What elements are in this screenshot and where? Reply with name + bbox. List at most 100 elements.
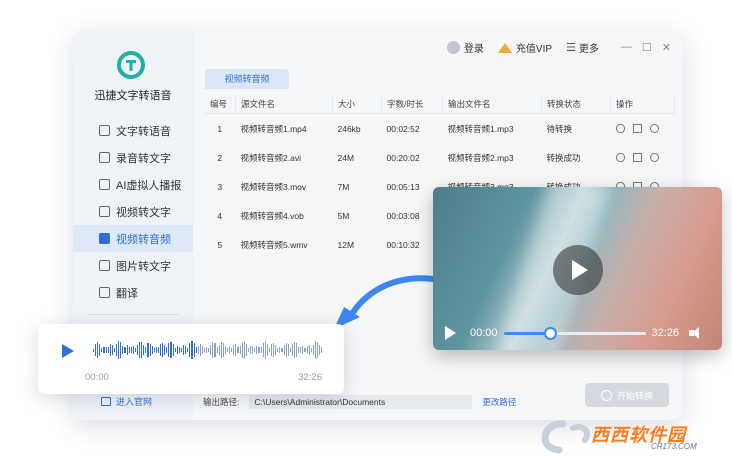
tab-video-to-audio[interactable]: 视频转音频 — [205, 69, 289, 89]
table-row[interactable]: 1 视频转音频1.mp4 246kb 00:02:52 视频转音频1.mp3 待… — [205, 114, 675, 144]
crown-icon — [497, 42, 512, 53]
folder-icon[interactable] — [632, 153, 642, 162]
sidebar-item-text-to-speech[interactable]: 文字转语音 — [73, 117, 193, 144]
waveform-bar — [300, 347, 302, 353]
waveform-bar — [243, 341, 245, 359]
audio-waveform[interactable] — [93, 340, 323, 360]
play-icon[interactable] — [62, 344, 74, 358]
waveform-bar — [151, 346, 153, 354]
waveform-bar — [302, 346, 304, 354]
waveform-bar — [220, 342, 222, 358]
sidebar-item-video-to-text[interactable]: 视频转文字 — [73, 198, 193, 225]
waveform-bar — [245, 344, 247, 356]
close-icon[interactable]: ✕ — [662, 41, 671, 54]
play-icon[interactable] — [553, 245, 603, 295]
play-circle-icon — [600, 389, 612, 401]
waveform-bar — [157, 347, 159, 353]
menu-icon: ☰ — [566, 42, 576, 54]
output-path-field[interactable]: C:\Users\Administrator\Documents — [249, 395, 473, 409]
waveform-bar — [317, 341, 319, 359]
waveform-bar — [93, 348, 95, 352]
vip-button[interactable]: 充值VIP — [497, 40, 552, 55]
eye-icon[interactable] — [615, 124, 625, 133]
watermark-logo-icon — [541, 420, 591, 454]
waveform-bar — [270, 344, 273, 356]
window-controls: — ☐ ✕ — [621, 41, 671, 54]
sidebar-item-ai-avatar[interactable]: AI虚拟人播报 — [73, 171, 193, 198]
waveform-bar — [277, 348, 279, 352]
waveform-bar — [199, 344, 201, 356]
volume-icon[interactable] — [689, 327, 703, 339]
waveform-bar — [254, 348, 256, 352]
login-button[interactable]: 登录 — [446, 40, 484, 55]
source-file: 视频转音频1.mp4 — [240, 123, 307, 134]
waveform-bar — [195, 347, 197, 353]
video-progress-bar[interactable] — [503, 326, 646, 340]
waveform-bar — [287, 344, 289, 356]
waveform-bar — [105, 347, 107, 353]
video-player[interactable]: 00:00 32:26 — [433, 187, 722, 350]
source-file: 视频转音频3.mov — [240, 181, 307, 192]
waveform-bar — [187, 347, 189, 353]
play-button-icon[interactable] — [445, 326, 456, 340]
column-header: 编号 — [205, 95, 236, 114]
output-file: 视频转音频1.mp3 — [447, 123, 514, 134]
column-header: 输出文件名 — [442, 95, 542, 114]
waveform-bar — [113, 348, 116, 352]
table-row[interactable]: 2 视频转音频2.avi 24M 00:20:02 视频转音频2.mp3 转换成… — [205, 143, 675, 172]
delete-icon[interactable] — [649, 153, 659, 162]
waveform-bar — [130, 347, 132, 353]
more-button[interactable]: ☰ 更多 — [566, 40, 599, 55]
waveform-bar — [139, 341, 141, 359]
minimize-icon[interactable]: — — [621, 41, 632, 54]
waveform-bar — [262, 342, 264, 358]
website-label: 进入官网 — [116, 397, 153, 407]
waveform-bar — [149, 343, 151, 357]
waveform-bar — [180, 347, 183, 353]
waveform-bar — [233, 344, 235, 356]
waveform-bar — [201, 345, 203, 355]
waveform-bar — [294, 341, 296, 359]
source-file: 视频转音频5.wmv — [240, 239, 308, 250]
translate-icon — [99, 287, 110, 298]
waveform-bar — [224, 346, 226, 354]
change-path-link[interactable]: 更改路径 — [482, 396, 516, 408]
waveform-bar — [160, 344, 162, 356]
column-header: 转换状态 — [541, 95, 611, 114]
topbar: 登录 充值VIP ☰ 更多 — ☐ ✕ — [433, 40, 671, 55]
sidebar-item-translate[interactable]: 翻译 — [73, 279, 193, 306]
maximize-icon[interactable]: ☐ — [642, 41, 652, 54]
sidebar-item-video-to-audio[interactable]: 视频转音频 — [73, 225, 193, 252]
row-number: 3 — [217, 181, 223, 192]
duration: 00:02:52 — [386, 123, 420, 134]
sidebar-item-image-to-text[interactable]: 图片转文字 — [73, 252, 193, 279]
waveform-bar — [132, 346, 134, 354]
waveform-bar — [214, 342, 216, 358]
start-convert-button[interactable]: 开始转换 — [585, 383, 669, 407]
sidebar-item-record-to-text[interactable]: 录音转文字 — [73, 144, 193, 171]
waveform-bar — [95, 343, 97, 357]
waveform-bar — [193, 342, 195, 358]
eye-icon[interactable] — [615, 153, 625, 162]
output-path-label: 输出路径: — [203, 397, 240, 407]
video-current-time: 00:00 — [470, 327, 498, 339]
waveform-bar — [231, 347, 233, 353]
column-header: 源文件名 — [235, 95, 333, 114]
audio-current-time: 00:00 — [85, 372, 109, 383]
row-number: 1 — [217, 123, 223, 134]
waveform-bar — [197, 345, 199, 355]
waveform-bar — [170, 341, 172, 359]
video-progress-handle[interactable] — [544, 326, 558, 340]
monitor-icon — [101, 397, 111, 406]
waveform-bar — [310, 347, 312, 353]
audio-player: 00:00 32:26 — [38, 324, 344, 394]
waveform-bar — [126, 345, 128, 355]
website-link[interactable]: 进入官网 — [101, 395, 152, 408]
row-actions — [615, 124, 674, 133]
sidebar-nav: 文字转语音 录音转文字 AI虚拟人播报 视频转文字 视频转音频 图片转文字 翻译 — [73, 117, 193, 323]
delete-icon[interactable] — [649, 124, 659, 133]
waveform-bar — [222, 343, 224, 357]
folder-icon[interactable] — [632, 124, 642, 133]
table-header: 编号 源文件名 大小 字数/时长 输出文件名 转换状态 操作 — [205, 95, 675, 114]
waveform-bar — [206, 346, 208, 354]
